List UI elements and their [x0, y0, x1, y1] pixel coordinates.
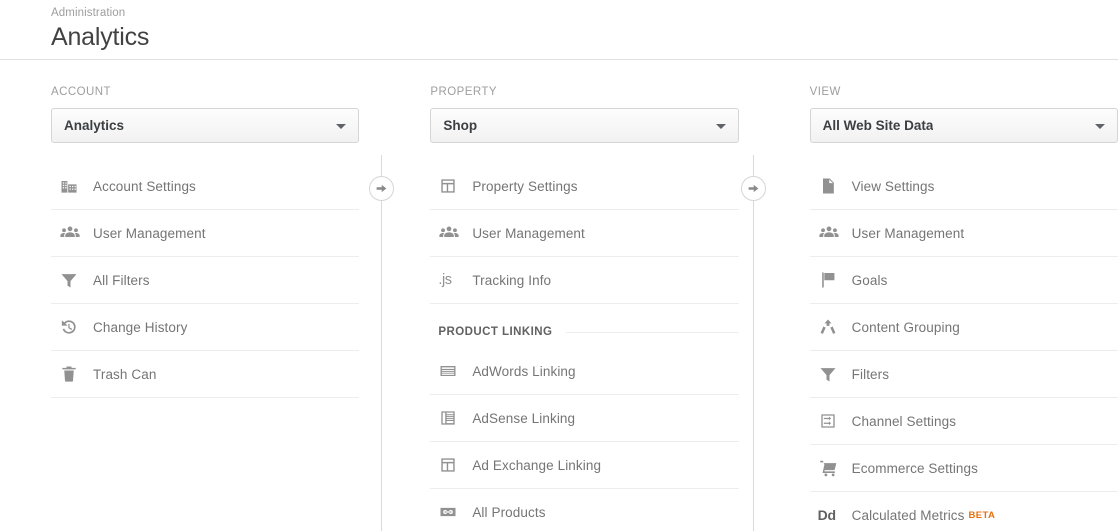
- menu-item-label: Ad Exchange Linking: [472, 457, 602, 473]
- link-icon: [438, 502, 472, 522]
- account-select-value: Analytics: [64, 118, 125, 133]
- menu-item-channel-settings[interactable]: Channel Settings: [809, 398, 1118, 445]
- menu-item-label: Goals: [851, 272, 888, 288]
- menu-item-all-filters[interactable]: All Filters: [51, 257, 360, 304]
- funnel-icon: [818, 364, 852, 384]
- menu-item-label: Account Settings: [93, 178, 196, 194]
- menu-item-label: Change History: [93, 319, 188, 335]
- view-select[interactable]: All Web Site Data: [809, 108, 1118, 143]
- menu-item-label: View Settings: [851, 178, 935, 194]
- menu-item-label: Filters: [851, 366, 890, 382]
- page-title: Analytics: [51, 23, 150, 51]
- account-column: ACCOUNT Analytics Account Settings User …: [51, 60, 360, 398]
- menu-item-label: User Management: [93, 225, 206, 241]
- menu-item-label: Calculated Metrics: [851, 507, 965, 523]
- ad-sidebar-icon: [438, 408, 472, 428]
- account-to-property-arrow-button[interactable]: [369, 176, 394, 201]
- menu-item-label: User Management: [851, 225, 965, 241]
- page-header: Administration Analytics: [0, 0, 1118, 60]
- admin-columns-container: ACCOUNT Analytics Account Settings User …: [0, 60, 1118, 531]
- trash-icon: [59, 364, 93, 384]
- arrow-right-icon: [747, 182, 760, 195]
- people-icon: [59, 222, 93, 244]
- section-heading-divider: [566, 331, 739, 333]
- chevron-down-icon: [1094, 123, 1105, 129]
- menu-item-change-history[interactable]: Change History: [51, 304, 360, 351]
- property-view-connector-line: [741, 155, 766, 531]
- channel-icon: [818, 411, 852, 431]
- cart-icon: [818, 458, 852, 479]
- funnel-icon: [59, 270, 93, 290]
- menu-item-label: Trash Can: [93, 366, 157, 382]
- property-to-view-arrow-button[interactable]: [741, 176, 766, 201]
- status-badge: BETA: [968, 509, 996, 521]
- menu-item-tracking-info[interactable]: .js Tracking Info: [430, 257, 739, 304]
- menu-item-adwords-linking[interactable]: AdWords Linking: [430, 348, 739, 395]
- account-column-label: ACCOUNT: [51, 86, 112, 98]
- property-column: PROPERTY Shop Property Settings User Man…: [430, 60, 739, 531]
- chevron-down-icon: [336, 123, 347, 129]
- menu-item-ad-exchange-linking[interactable]: Ad Exchange Linking: [430, 442, 739, 489]
- document-icon: [818, 176, 852, 196]
- menu-item-user-management[interactable]: User Management: [430, 210, 739, 257]
- menu-item-property-settings[interactable]: Property Settings: [430, 163, 739, 210]
- property-select-value: Shop: [443, 118, 478, 133]
- menu-item-label: All Products: [472, 504, 546, 520]
- view-column-label: VIEW: [809, 86, 841, 98]
- window-icon: [438, 455, 472, 475]
- section-heading-label: PRODUCT LINKING: [438, 326, 553, 338]
- menu-item-label: AdWords Linking: [472, 363, 576, 379]
- menu-item-user-management[interactable]: User Management: [51, 210, 360, 257]
- menu-item-label: All Filters: [93, 272, 150, 288]
- property-select[interactable]: Shop: [430, 108, 739, 143]
- menu-item-all-products[interactable]: All Products: [430, 489, 738, 531]
- flag-icon: [818, 270, 852, 290]
- menu-item-account-settings[interactable]: Account Settings: [51, 163, 360, 210]
- menu-item-goals[interactable]: Goals: [809, 257, 1118, 304]
- window-icon: [438, 176, 472, 196]
- history-icon: [59, 317, 93, 337]
- menu-item-view-settings[interactable]: View Settings: [809, 163, 1118, 210]
- menu-item-content-grouping[interactable]: Content Grouping: [809, 304, 1118, 351]
- view-menu: View Settings User Management Goals Cont…: [809, 163, 1118, 531]
- menu-item-user-management[interactable]: User Management: [809, 210, 1118, 257]
- menu-item-label: Tracking Info: [472, 272, 552, 288]
- menu-item-label: Ecommerce Settings: [851, 460, 979, 476]
- menu-item-label: Channel Settings: [851, 413, 957, 429]
- people-icon: [818, 222, 852, 244]
- menu-item-filters[interactable]: Filters: [809, 351, 1118, 398]
- menu-item-label: Content Grouping: [851, 319, 960, 335]
- menu-item-label: User Management: [472, 225, 585, 241]
- menu-item-adsense-linking[interactable]: AdSense Linking: [430, 395, 739, 442]
- menu-item-ecommerce-settings[interactable]: Ecommerce Settings: [809, 445, 1118, 492]
- product-linking-section-heading: PRODUCT LINKING: [430, 304, 739, 348]
- arrow-right-icon: [375, 182, 388, 195]
- chevron-down-icon: [715, 123, 726, 129]
- menu-item-label: Property Settings: [472, 178, 578, 194]
- ad-banner-icon: [438, 361, 472, 381]
- building-icon: [59, 176, 93, 196]
- view-select-value: All Web Site Data: [822, 118, 934, 133]
- dd-text-icon: Dd: [817, 507, 836, 523]
- view-column: VIEW All Web Site Data View Settings Use…: [809, 60, 1118, 531]
- merge-icon: [818, 317, 852, 337]
- account-property-connector-line: [369, 155, 394, 531]
- menu-item-calculated-metrics[interactable]: Dd Calculated Metrics BETA: [810, 492, 1118, 531]
- menu-item-trash-can[interactable]: Trash Can: [51, 351, 360, 398]
- menu-item-label: AdSense Linking: [472, 410, 576, 426]
- account-select[interactable]: Analytics: [51, 108, 360, 143]
- breadcrumb-administration: Administration: [51, 7, 126, 19]
- property-column-label: PROPERTY: [430, 86, 497, 98]
- property-menu: Property Settings User Management .js Tr…: [430, 163, 739, 531]
- account-menu: Account Settings User Management All Fil…: [51, 163, 360, 398]
- js-icon: .js: [438, 272, 452, 288]
- people-icon: [438, 222, 472, 244]
